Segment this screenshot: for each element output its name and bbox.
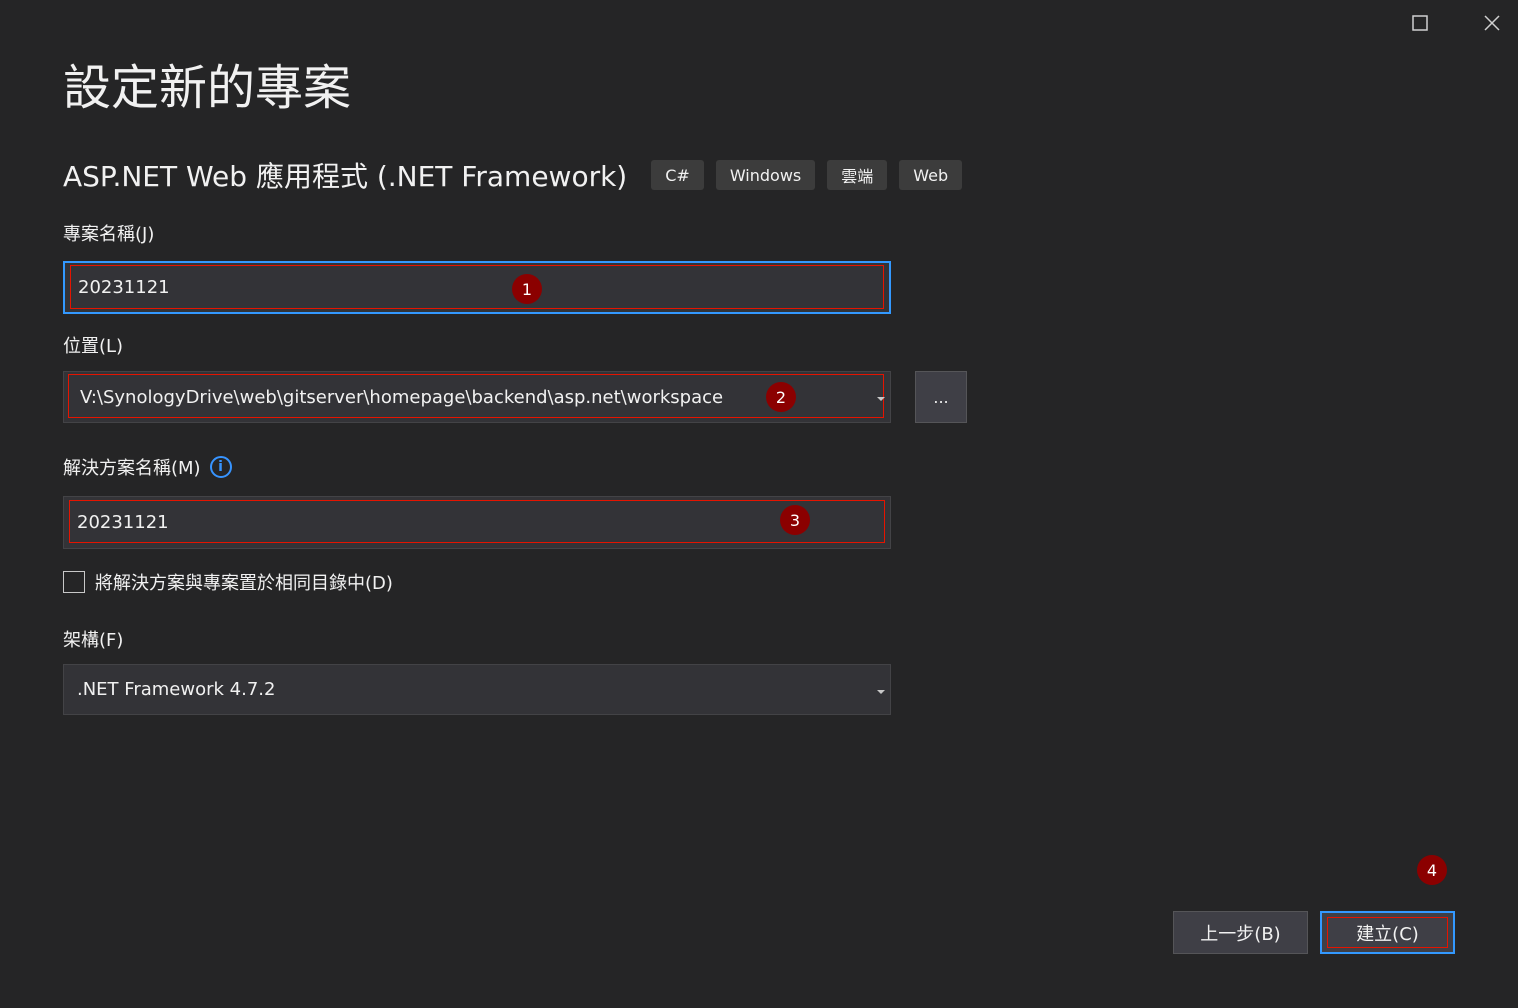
location-combobox[interactable]: V:\SynologyDrive\web\gitserver\homepage\… <box>63 371 891 423</box>
annotation-box-1 <box>70 265 884 309</box>
same-directory-option[interactable]: 將解決方案與專案置於相同目錄中(D) <box>63 569 393 595</box>
annotation-box-3 <box>69 500 885 543</box>
framework-dropdown[interactable]: .NET Framework 4.7.2 <box>63 664 891 715</box>
template-name: ASP.NET Web 應用程式 (.NET Framework) <box>63 160 628 193</box>
annotation-box-4 <box>1327 917 1448 948</box>
template-header: ASP.NET Web 應用程式 (.NET Framework) C# Win… <box>63 155 974 195</box>
browse-button[interactable]: ... <box>915 371 967 423</box>
maximize-button[interactable] <box>1400 3 1440 43</box>
annotation-marker-2: 2 <box>766 382 796 412</box>
location-label: 位置(L) <box>63 336 124 357</box>
annotation-marker-3: 3 <box>780 505 810 535</box>
close-icon <box>1484 15 1500 31</box>
solution-name-label: 解決方案名稱(M) <box>63 458 201 479</box>
project-name-label: 專案名稱(J) <box>63 224 155 245</box>
project-name-field[interactable]: 20231121 1 <box>63 261 891 314</box>
solution-name-field[interactable]: 20231121 3 <box>63 496 891 549</box>
chevron-down-icon[interactable] <box>877 397 885 401</box>
tag-web: Web <box>899 160 963 190</box>
tag-language: C# <box>651 160 704 190</box>
close-button[interactable] <box>1472 3 1512 43</box>
info-icon[interactable]: i <box>209 456 232 478</box>
tag-cloud: 雲端 <box>827 160 888 190</box>
maximize-icon <box>1412 15 1428 31</box>
same-directory-checkbox[interactable] <box>63 571 85 593</box>
annotation-box-2 <box>68 374 884 418</box>
annotation-marker-4: 4 <box>1417 855 1447 885</box>
create-button[interactable]: 建立(C) <box>1320 911 1455 954</box>
page-title: 設定新的專案 <box>63 60 352 116</box>
back-button[interactable]: 上一步(B) <box>1173 911 1308 954</box>
solution-name-label-row: 解決方案名稱(M) i <box>63 454 232 480</box>
framework-value: .NET Framework 4.7.2 <box>77 679 276 700</box>
tag-platform: Windows <box>715 160 816 190</box>
annotation-marker-1: 1 <box>512 274 542 304</box>
same-directory-label: 將解決方案與專案置於相同目錄中(D) <box>95 573 393 594</box>
framework-label: 架構(F) <box>63 630 124 651</box>
chevron-down-icon[interactable] <box>877 689 885 694</box>
